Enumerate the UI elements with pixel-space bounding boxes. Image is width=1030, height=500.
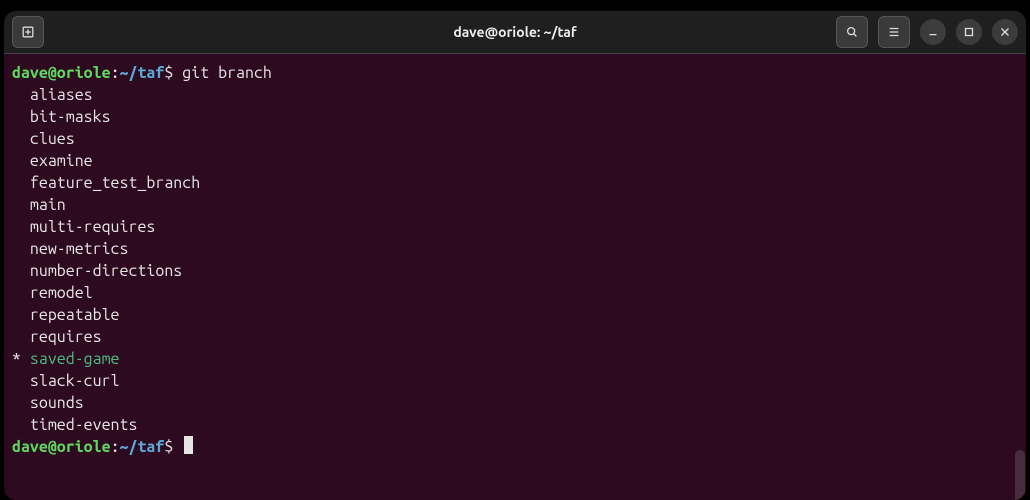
prompt-user-host: dave@oriole: [12, 438, 111, 456]
prompt-path: ~/taf: [120, 438, 165, 456]
search-button[interactable]: [836, 16, 868, 48]
close-button[interactable]: [992, 19, 1018, 45]
hamburger-icon: [887, 25, 901, 39]
branch-line: repeatable: [12, 304, 1018, 326]
new-tab-icon: [21, 25, 35, 39]
prompt-sep: :: [111, 438, 120, 456]
branch-line: timed-events: [12, 414, 1018, 436]
prompt-line-1: dave@oriole:~/taf$ git branch: [12, 62, 1018, 84]
maximize-icon: [962, 25, 976, 39]
branch-line: new-metrics: [12, 238, 1018, 260]
prompt-symbol: $: [164, 438, 173, 456]
branch-line: bit-masks: [12, 106, 1018, 128]
window-title: dave@oriole: ~/taf: [220, 24, 810, 40]
cursor: [184, 436, 193, 454]
minimize-icon: [926, 25, 940, 39]
prompt-line-2: dave@oriole:~/taf$: [12, 436, 1018, 458]
maximize-button[interactable]: [956, 19, 982, 45]
branch-line: feature_test_branch: [12, 172, 1018, 194]
prompt-sep: :: [111, 64, 120, 82]
search-icon: [845, 25, 859, 39]
titlebar: dave@oriole: ~/taf: [4, 11, 1026, 54]
branch-line: number-directions: [12, 260, 1018, 282]
branch-line: remodel: [12, 282, 1018, 304]
branch-line: requires: [12, 326, 1018, 348]
prompt-user-host: dave@oriole: [12, 64, 111, 82]
command-text: git branch: [182, 64, 272, 82]
branch-line: aliases: [12, 84, 1018, 106]
branch-name: saved-game: [30, 350, 120, 368]
branch-line: clues: [12, 128, 1018, 150]
prompt-path: ~/taf: [120, 64, 165, 82]
menu-button[interactable]: [878, 16, 910, 48]
branch-line: sounds: [12, 392, 1018, 414]
scrollbar[interactable]: [1015, 450, 1025, 500]
new-tab-button[interactable]: [12, 16, 44, 48]
terminal-window: dave@oriole: ~/taf: [4, 11, 1026, 500]
branches-output: aliases bit-masks clues examine feature_…: [12, 84, 1018, 436]
prompt-symbol: $: [164, 64, 173, 82]
branch-line: examine: [12, 150, 1018, 172]
terminal-area[interactable]: dave@oriole:~/taf$ git branch aliases bi…: [4, 54, 1026, 500]
branch-line: slack-curl: [12, 370, 1018, 392]
current-branch-marker: *: [12, 350, 30, 368]
close-icon: [998, 25, 1012, 39]
branch-line: * saved-game: [12, 348, 1018, 370]
minimize-button[interactable]: [920, 19, 946, 45]
branch-line: multi-requires: [12, 216, 1018, 238]
branch-line: main: [12, 194, 1018, 216]
